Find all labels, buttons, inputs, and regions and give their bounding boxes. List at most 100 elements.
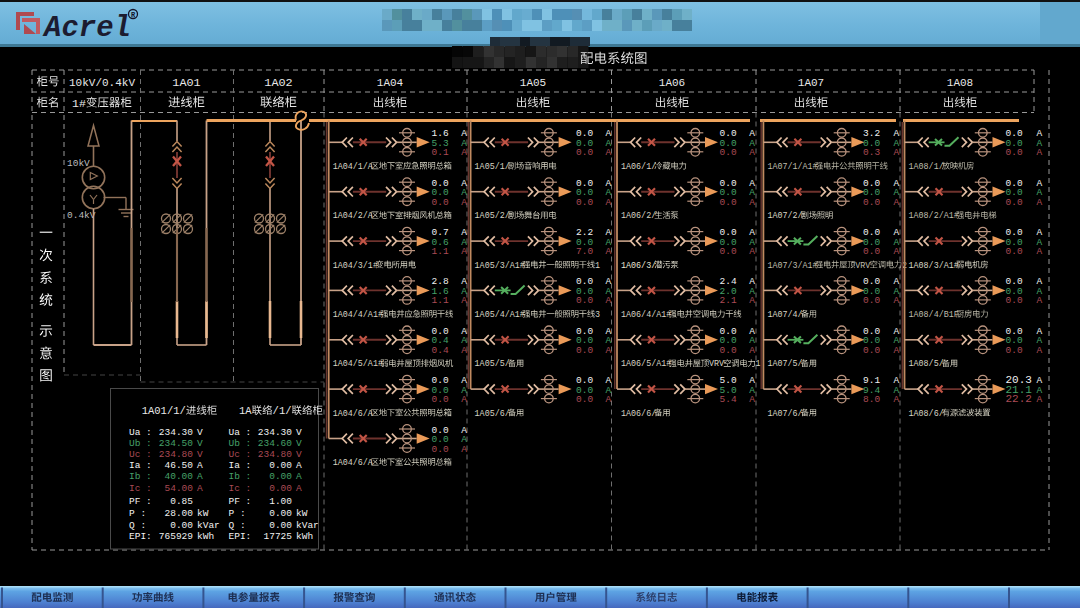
svg-text:0.85: 0.85: [170, 496, 193, 507]
svg-text:1A07/5/: 1A07/5/: [767, 359, 802, 369]
svg-text:28.00: 28.00: [164, 508, 193, 519]
svg-text:1A06/2/: 1A06/2/: [621, 211, 656, 221]
svg-text:VRV: VRV: [855, 261, 870, 271]
svg-text:1A05/1/: 1A05/1/: [475, 162, 510, 172]
svg-text:A: A: [894, 246, 900, 257]
svg-text:1.1: 1.1: [432, 295, 449, 306]
svg-text:A: A: [894, 197, 900, 208]
svg-text:0.3: 0.3: [863, 147, 880, 158]
svg-text:0.0: 0.0: [576, 295, 593, 306]
svg-text:V: V: [296, 427, 302, 438]
svg-text:0.4kV: 0.4kV: [67, 210, 96, 221]
svg-text:A: A: [606, 246, 612, 257]
svg-text:1A: 1A: [239, 405, 252, 417]
svg-text:V: V: [296, 449, 302, 460]
svg-text:1A05/3/A1#: 1A05/3/A1#: [475, 261, 525, 271]
svg-text:1A07/2/: 1A07/2/: [767, 211, 802, 221]
svg-text:Ic :: Ic :: [229, 483, 252, 494]
svg-text:A: A: [749, 246, 755, 257]
svg-text:10kV: 10kV: [67, 158, 90, 169]
svg-text:234.80: 234.80: [159, 449, 194, 460]
svg-text:1A08/6/: 1A08/6/: [909, 409, 944, 419]
svg-text:0.1: 0.1: [432, 147, 449, 158]
svg-text:Ia :: Ia :: [229, 460, 252, 471]
svg-text:kVar: kVar: [296, 520, 319, 531]
svg-text:A: A: [197, 471, 203, 482]
svg-text:0.0: 0.0: [576, 197, 593, 208]
svg-text:A: A: [296, 471, 302, 482]
svg-text:Ib :: Ib :: [129, 471, 152, 482]
svg-text:1A05/4/A1#: 1A05/4/A1#: [475, 310, 525, 320]
svg-text:A: A: [1037, 394, 1043, 405]
svg-text:Ua :: Ua :: [229, 427, 252, 438]
svg-text:A: A: [894, 147, 900, 158]
svg-text:1A06/4/A1#: 1A06/4/A1#: [621, 310, 671, 320]
svg-text:P :: P :: [129, 508, 146, 519]
svg-text:0.00: 0.00: [269, 508, 292, 519]
svg-text:0.00: 0.00: [269, 483, 292, 494]
svg-text:1A07/3/A1#: 1A07/3/A1#: [767, 261, 817, 271]
svg-text:0.4: 0.4: [432, 345, 449, 356]
svg-text:A: A: [461, 295, 467, 306]
svg-text:0.0: 0.0: [432, 444, 449, 455]
svg-text:A: A: [749, 197, 755, 208]
svg-text:A: A: [749, 295, 755, 306]
svg-text:0.0: 0.0: [1006, 345, 1023, 356]
svg-text:1A02: 1A02: [264, 76, 292, 90]
svg-text:Q :: Q :: [129, 520, 146, 531]
svg-text:A: A: [461, 197, 467, 208]
svg-text:1A04/4/A1#: 1A04/4/A1#: [333, 310, 383, 320]
svg-text:A: A: [606, 394, 612, 405]
svg-text:A: A: [894, 394, 900, 405]
svg-text:1A06: 1A06: [659, 77, 685, 89]
svg-text:kWh: kWh: [197, 531, 214, 542]
svg-text:0.0: 0.0: [576, 147, 593, 158]
svg-text:0.0: 0.0: [432, 197, 449, 208]
svg-text:A: A: [461, 246, 467, 257]
svg-text:1A05: 1A05: [520, 77, 546, 89]
svg-text:1A08/4/B1F: 1A08/4/B1F: [909, 310, 959, 320]
svg-text:1A07: 1A07: [798, 77, 824, 89]
svg-text:0.00: 0.00: [170, 520, 193, 531]
svg-text:Ia :: Ia :: [129, 460, 152, 471]
svg-text:A: A: [749, 345, 755, 356]
svg-text:1.1: 1.1: [432, 246, 449, 257]
svg-text:22.2: 22.2: [1006, 393, 1032, 405]
svg-text:V: V: [197, 438, 203, 449]
svg-text:Ua :: Ua :: [129, 427, 152, 438]
svg-text:A: A: [461, 444, 467, 455]
svg-text:Acrel: Acrel: [42, 12, 131, 45]
svg-text:0.0: 0.0: [863, 197, 880, 208]
svg-text:A: A: [1037, 246, 1043, 257]
svg-text:0.0: 0.0: [720, 345, 737, 356]
svg-text:A: A: [197, 460, 203, 471]
svg-text:0.00: 0.00: [269, 460, 292, 471]
svg-text:A: A: [1037, 197, 1043, 208]
svg-text:1A04/5/A1#: 1A04/5/A1#: [333, 359, 383, 369]
svg-text:0.0: 0.0: [720, 197, 737, 208]
svg-text:A: A: [606, 197, 612, 208]
svg-text:A: A: [894, 345, 900, 356]
svg-text:1A07/4/: 1A07/4/: [767, 310, 802, 320]
svg-text:1A05/6/: 1A05/6/: [475, 409, 510, 419]
svg-text:A: A: [894, 295, 900, 306]
svg-text:V: V: [197, 427, 203, 438]
svg-text:VRV: VRV: [709, 359, 724, 369]
svg-text:765929: 765929: [159, 531, 194, 542]
svg-text:1A04/3/1#: 1A04/3/1#: [333, 261, 378, 271]
svg-text:Ub :: Ub :: [229, 438, 252, 449]
svg-text:kW: kW: [197, 508, 209, 519]
svg-text:A: A: [749, 394, 755, 405]
svg-text:Q :: Q :: [229, 520, 246, 531]
svg-text:234.30: 234.30: [159, 427, 194, 438]
svg-text:40.00: 40.00: [164, 471, 193, 482]
svg-text:1A01: 1A01: [172, 76, 200, 90]
svg-text:A: A: [606, 147, 612, 158]
svg-text:A: A: [1037, 345, 1043, 356]
svg-text:1: 1: [595, 261, 600, 271]
svg-text:1A07/1/A1#: 1A07/1/A1#: [767, 162, 817, 172]
svg-text:1A06/3/: 1A06/3/: [621, 261, 656, 271]
svg-text:0.00: 0.00: [269, 520, 292, 531]
svg-text:46.50: 46.50: [164, 460, 193, 471]
svg-text:1A06/1/: 1A06/1/: [621, 162, 656, 172]
